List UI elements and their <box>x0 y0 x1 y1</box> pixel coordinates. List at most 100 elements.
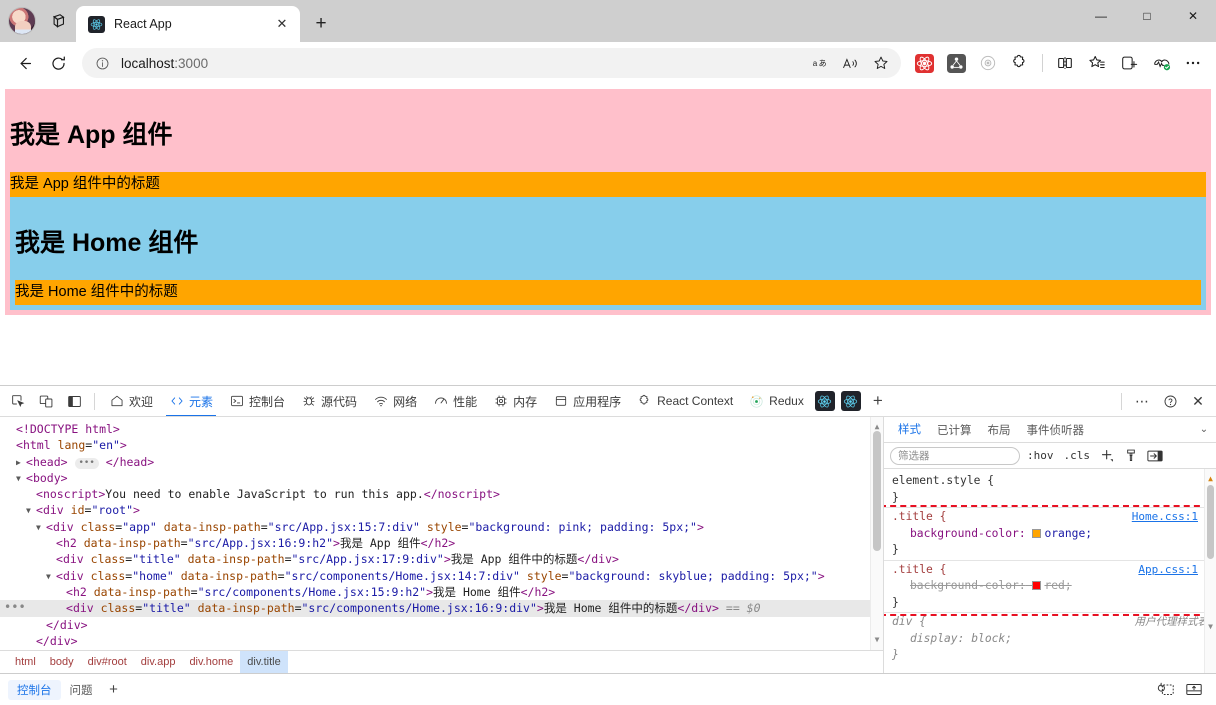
dom-scroll-thumb[interactable] <box>873 431 881 551</box>
tab-console[interactable]: 控制台 <box>221 386 293 417</box>
css-selector[interactable]: .title { <box>892 563 946 576</box>
dom-row[interactable]: <div class="app" data-insp-path="src/App… <box>0 519 883 535</box>
css-property[interactable]: background-color: <box>910 579 1026 592</box>
tab-redux[interactable]: Redux <box>741 386 812 417</box>
dom-row-selected[interactable]: •••<div class="title" data-insp-path="sr… <box>0 600 883 616</box>
add-favorite-icon[interactable] <box>867 49 895 77</box>
breadcrumb-item-div-root[interactable]: div#root <box>81 651 134 674</box>
favorites-icon[interactable] <box>1082 48 1112 78</box>
dom-row[interactable]: </div> <box>0 617 883 633</box>
settings-more-icon[interactable] <box>1178 48 1208 78</box>
styles-rules-list[interactable]: element.style {}.title {Home.css:1backgr… <box>884 469 1216 673</box>
react-profiler-icon[interactable] <box>841 391 861 411</box>
toggle-sidebar-icon[interactable] <box>1145 446 1165 466</box>
dom-row[interactable]: <!DOCTYPE html> <box>0 421 883 437</box>
scroll-down-arrow[interactable]: ▼ <box>871 632 883 648</box>
close-devtools-icon[interactable]: ✕ <box>1184 388 1212 414</box>
hov-button[interactable]: :hov <box>1024 449 1057 462</box>
styles-filter-input[interactable]: 筛选器 <box>890 447 1020 465</box>
breadcrumb-item-div-app[interactable]: div.app <box>134 651 183 674</box>
css-selector[interactable]: .title { <box>892 510 946 523</box>
close-window-button[interactable]: ✕ <box>1170 0 1216 32</box>
maximize-button[interactable]: □ <box>1124 0 1170 32</box>
address-bar[interactable]: localhost:3000 aあ <box>82 48 901 78</box>
chevron-down-icon[interactable]: ⌄ <box>1192 424 1216 435</box>
tab-elements[interactable]: 元素 <box>161 386 221 417</box>
dom-row[interactable]: <body> <box>0 470 883 486</box>
collections-icon[interactable] <box>1114 48 1144 78</box>
devtools-more-icon[interactable]: ⋯ <box>1128 388 1156 414</box>
tab-application[interactable]: 应用程序 <box>545 386 629 417</box>
dom-row[interactable]: <h2 data-insp-path="src/App.jsx:16:9:h2"… <box>0 535 883 551</box>
styles-scroll-down-arrow[interactable]: ▼ <box>1205 619 1216 636</box>
css-property[interactable]: background-color: <box>910 527 1026 540</box>
react-components-icon[interactable] <box>815 391 835 411</box>
dom-row[interactable]: </div> <box>0 633 883 649</box>
drawer-add-tab-button[interactable]: + <box>102 681 126 698</box>
tab-performance[interactable]: 性能 <box>425 386 485 417</box>
dom-row[interactable]: <div class="title" data-insp-path="src/A… <box>0 551 883 567</box>
tab-welcome[interactable]: 欢迎 <box>101 386 161 417</box>
css-rule-2[interactable]: .title {App.css:1background-color: red;} <box>884 561 1216 614</box>
tab-react-context[interactable]: React Context <box>629 386 741 417</box>
css-source-link[interactable]: Home.css:1 <box>1132 509 1198 526</box>
color-swatch[interactable] <box>1032 529 1041 538</box>
dom-row[interactable]: <noscript>You need to enable JavaScript … <box>0 486 883 502</box>
tab-actions-icon[interactable] <box>42 6 72 36</box>
redux-devtools-extension-icon[interactable] <box>941 48 971 78</box>
dock-side-icon[interactable] <box>60 388 88 414</box>
tracker-prevention-icon[interactable] <box>973 48 1003 78</box>
tab-event-listeners[interactable]: 事件侦听器 <box>1019 417 1093 443</box>
copy-styles-icon[interactable] <box>1121 446 1141 466</box>
profile-avatar[interactable] <box>8 7 36 35</box>
dock-drawer-icon[interactable] <box>1182 679 1206 701</box>
new-style-rule-icon[interactable] <box>1097 446 1117 466</box>
help-icon[interactable] <box>1156 388 1184 414</box>
react-devtools-extension-icon[interactable] <box>909 48 939 78</box>
tab-network[interactable]: 网络 <box>365 386 425 417</box>
url-text[interactable]: localhost:3000 <box>112 56 807 71</box>
breadcrumb-item-body[interactable]: body <box>43 651 81 674</box>
immersive-reader-icon[interactable] <box>837 49 865 77</box>
dom-row[interactable]: <div id="root"> <box>0 502 883 518</box>
dom-tree[interactable]: <!DOCTYPE html><html lang="en"><head> ••… <box>0 417 883 650</box>
dom-row[interactable]: <h2 data-insp-path="src/components/Home.… <box>0 584 883 600</box>
tab-sources[interactable]: 源代码 <box>293 386 365 417</box>
inspect-element-icon[interactable] <box>4 388 32 414</box>
css-declaration[interactable]: background-color: red; <box>892 578 1208 595</box>
css-source-link[interactable]: App.css:1 <box>1138 562 1198 579</box>
drawer-tab-console[interactable]: 控制台 <box>8 680 61 700</box>
tab-memory[interactable]: 内存 <box>485 386 545 417</box>
breadcrumb-item-html[interactable]: html <box>8 651 43 674</box>
color-swatch[interactable] <box>1032 581 1041 590</box>
reload-button[interactable] <box>42 47 74 79</box>
restore-drawer-icon[interactable] <box>1154 679 1178 701</box>
split-screen-icon[interactable] <box>1050 48 1080 78</box>
dom-row[interactable]: <html lang="en"> <box>0 437 883 453</box>
close-tab-icon[interactable]: ✕ <box>272 14 292 34</box>
browser-essentials-icon[interactable] <box>1146 48 1176 78</box>
extensions-icon[interactable] <box>1005 48 1035 78</box>
dom-tree-scrollbar[interactable]: ▲ ▼ <box>870 417 883 650</box>
css-value[interactable]: orange; <box>1044 527 1092 540</box>
tab-computed[interactable]: 已计算 <box>929 417 980 443</box>
breadcrumb-item-div-title[interactable]: div.title <box>240 651 287 674</box>
styles-scrollbar[interactable]: ▲ ▼ <box>1204 469 1216 673</box>
dom-row[interactable]: <div class="home" data-insp-path="src/co… <box>0 568 883 584</box>
drawer-tab-issues[interactable]: 问题 <box>61 680 102 700</box>
css-declaration[interactable]: background-color: orange; <box>892 526 1208 543</box>
info-icon[interactable] <box>92 53 112 73</box>
minimize-button[interactable]: — <box>1078 0 1124 32</box>
add-panel-button[interactable]: + <box>864 388 892 414</box>
dom-row-gutter-ellipsis[interactable]: ••• <box>4 599 26 615</box>
tab-styles[interactable]: 样式 <box>890 417 929 443</box>
element-style-rule[interactable]: element.style {} <box>884 472 1216 508</box>
device-toolbar-icon[interactable] <box>32 388 60 414</box>
new-tab-button[interactable]: + <box>306 9 336 39</box>
tab-layout[interactable]: 布局 <box>980 417 1019 443</box>
back-button[interactable] <box>8 47 40 79</box>
read-aloud-icon[interactable]: aあ <box>807 49 835 77</box>
dom-row[interactable]: <head> ••• </head> <box>0 454 883 470</box>
browser-tab[interactable]: React App ✕ <box>76 6 300 42</box>
cls-button[interactable]: .cls <box>1061 449 1094 462</box>
